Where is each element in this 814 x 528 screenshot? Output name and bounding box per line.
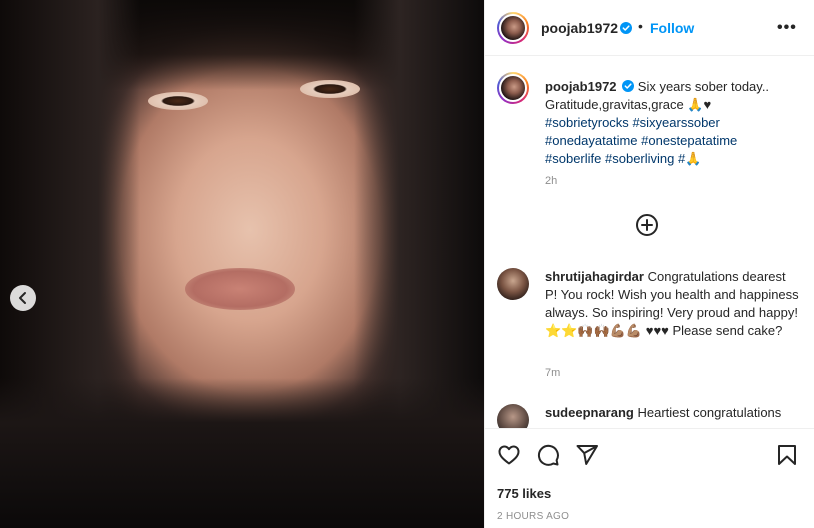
hashtag-link[interactable]: #onestepatatime <box>641 133 737 148</box>
caption-username[interactable]: poojab1972 <box>545 79 617 94</box>
comment-text: Heartiest congratulations <box>637 405 782 420</box>
comment-username[interactable]: shrutijahagirdar <box>545 269 644 284</box>
comment: sudeepnarang Heartiest congratulations <box>545 404 805 422</box>
chevron-left-icon <box>19 292 26 304</box>
comment-icon[interactable] <box>536 443 560 467</box>
comment-username[interactable]: sudeepnarang <box>545 405 634 420</box>
verified-badge-icon <box>622 80 635 92</box>
post-header: poojab1972 • Follow ••• <box>485 0 814 56</box>
hashtag-link[interactable]: #sixyearssober <box>632 115 719 130</box>
likes-count[interactable]: 775 likes <box>497 486 551 501</box>
comment: shrutijahagirdar Congratulations dearest… <box>545 268 799 340</box>
post-caption: poojab1972 Six years sober today.. Grati… <box>545 78 799 168</box>
comment-timestamp[interactable]: 7m <box>545 367 560 379</box>
header-username[interactable]: poojab1972 <box>541 20 618 36</box>
share-icon[interactable] <box>575 443 599 467</box>
hashtag-link[interactable]: #soberliving <box>605 151 674 166</box>
caption-avatar[interactable] <box>497 72 529 104</box>
hashtag-link[interactable]: #sobrietyrocks <box>545 115 629 130</box>
post-sidebar: poojab1972 • Follow ••• poojab1972 Six y… <box>484 0 814 528</box>
avatar[interactable] <box>497 12 529 44</box>
verified-badge-icon <box>620 22 632 34</box>
load-more-comments-icon[interactable] <box>635 213 659 237</box>
post-timestamp[interactable]: 2 HOURS AGO <box>497 511 569 522</box>
hashtag-link[interactable]: #onedayatatime <box>545 133 638 148</box>
instagram-post-modal: poojab1972 • Follow ••• poojab1972 Six y… <box>0 0 814 528</box>
hashtag-link[interactable]: #soberlife <box>545 151 601 166</box>
hashtag-link[interactable]: #🙏 <box>678 151 701 166</box>
post-actions: 775 likes 2 HOURS AGO <box>485 428 814 528</box>
heart-icon[interactable] <box>497 443 521 467</box>
more-options-icon[interactable]: ••• <box>777 19 797 37</box>
comment-avatar[interactable] <box>497 268 529 300</box>
previous-photo-button[interactable] <box>10 285 36 311</box>
caption-timestamp[interactable]: 2h <box>545 175 557 187</box>
separator-dot: • <box>638 18 643 34</box>
bookmark-icon[interactable] <box>775 443 799 467</box>
post-photo <box>0 0 484 528</box>
follow-button[interactable]: Follow <box>650 20 694 36</box>
